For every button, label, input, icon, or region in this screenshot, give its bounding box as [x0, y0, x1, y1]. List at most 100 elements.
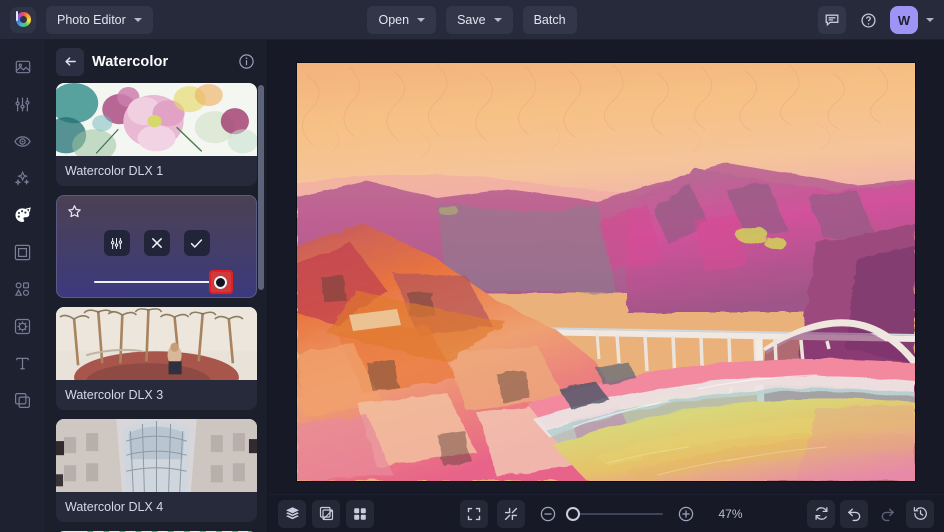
preset-list-scrollbar[interactable]: [258, 85, 264, 290]
undo-button[interactable]: [840, 499, 868, 528]
layers-button[interactable]: [278, 499, 306, 528]
preset-list[interactable]: Watercolor DLX 1 Watercolor DLX 3 Waterc…: [46, 83, 267, 532]
sidebar-item-shapes[interactable]: [6, 272, 40, 306]
redo-button[interactable]: [873, 500, 901, 528]
intensity-slider-track[interactable]: [93, 270, 233, 294]
help-icon: [860, 12, 876, 28]
history-icon: [913, 506, 927, 520]
preset-panel-header: Watercolor: [46, 40, 267, 83]
avatar[interactable]: W: [890, 6, 918, 34]
preset-settings-button[interactable]: [103, 230, 130, 256]
save-button[interactable]: Save: [446, 6, 513, 34]
list-item-label: Watercolor DLX 4: [65, 500, 164, 514]
watercolor-palms-art: [56, 307, 257, 380]
plus-circle-icon: [678, 506, 693, 521]
watercolor-flowers-art: [56, 83, 257, 156]
list-item-label: Watercolor DLX 3: [65, 388, 164, 402]
chevron-down-icon: [493, 18, 502, 22]
zoom-level-label: 47%: [718, 506, 743, 521]
mode-selector-label: Photo Editor: [57, 12, 126, 27]
grid-button[interactable]: [346, 499, 374, 528]
sidebar-item-layers[interactable]: [6, 383, 40, 417]
mode-selector[interactable]: Photo Editor: [46, 5, 153, 34]
info-icon: [239, 54, 254, 69]
top-bar: Photo Editor Open Save Batch W: [0, 0, 944, 40]
sidebar-item-effects[interactable]: [6, 161, 40, 195]
image-icon: [15, 60, 30, 74]
help-button[interactable]: [854, 6, 882, 34]
minus-circle-icon: [540, 506, 555, 521]
preset-cancel-button[interactable]: [143, 230, 170, 256]
info-button[interactable]: [238, 53, 255, 70]
overlay-icon: [14, 318, 31, 334]
page-title: Watercolor: [92, 53, 169, 70]
zoom-slider-handle[interactable]: [565, 506, 580, 521]
edited-image[interactable]: [297, 63, 915, 481]
sliders-icon: [110, 237, 123, 249]
color-wheel-logo: [10, 6, 36, 33]
compare-button[interactable]: [312, 499, 340, 528]
canvas-stage[interactable]: [268, 40, 944, 494]
back-button[interactable]: [56, 47, 84, 76]
arrow-left-icon: [64, 57, 76, 66]
layers-stack-icon: [285, 507, 299, 520]
account-actions: W: [818, 0, 934, 40]
fit-to-screen-button[interactable]: [496, 499, 525, 528]
batch-button[interactable]: Batch: [522, 6, 577, 34]
shapes-icon: [14, 281, 30, 296]
list-item[interactable]: Watercolor DLX 4: [56, 419, 257, 522]
zoom-in-button[interactable]: [672, 500, 700, 528]
bottom-bar: 47%: [268, 494, 944, 532]
palette-icon: [15, 206, 31, 222]
fullscreen-button[interactable]: [459, 499, 488, 528]
chevron-down-icon: [133, 17, 142, 22]
fit-screen-icon: [504, 507, 517, 520]
list-item-selected[interactable]: [56, 195, 257, 298]
open-button-label: Open: [378, 13, 410, 27]
sidebar-item-overlays[interactable]: [6, 309, 40, 343]
chevron-down-icon: [417, 18, 426, 22]
list-item[interactable]: Watercolor DLX 1: [56, 83, 257, 186]
check-icon: [190, 238, 203, 248]
text-icon: [16, 357, 29, 369]
logo-stem: [16, 10, 18, 21]
history-button[interactable]: [906, 499, 934, 528]
batch-button-label: Batch: [533, 13, 566, 27]
history-tools: [807, 499, 934, 528]
undo-icon: [847, 508, 860, 522]
sidebar-item-image[interactable]: [6, 50, 40, 84]
grid-icon: [354, 507, 366, 520]
preset-panel: Watercolor Watercolor DLX 1 Watercolor D…: [46, 40, 268, 532]
sliders-icon: [15, 97, 30, 111]
zoom-slider[interactable]: [565, 506, 663, 521]
x-icon: [151, 238, 162, 248]
app-logo[interactable]: [0, 6, 46, 33]
intensity-slider[interactable]: [57, 270, 256, 294]
feedback-button[interactable]: [818, 6, 846, 34]
intensity-slider-knob: [214, 275, 227, 289]
compare-icon: [319, 506, 333, 521]
open-button[interactable]: Open: [367, 6, 437, 34]
eye-icon: [14, 135, 31, 147]
canvas-area: 47%: [268, 40, 944, 532]
list-item[interactable]: Watercolor DLX 3: [56, 307, 257, 410]
chat-icon: [825, 14, 839, 27]
sidebar-item-frames[interactable]: [6, 235, 40, 269]
frame-icon: [14, 244, 31, 260]
preset-thumbnail: [56, 83, 257, 156]
intensity-slider-handle[interactable]: [208, 270, 233, 294]
sidebar-item-artistic[interactable]: [6, 198, 40, 232]
star-icon[interactable]: [67, 204, 82, 219]
sidebar-item-retouch[interactable]: [6, 124, 40, 158]
preset-controls: [57, 230, 256, 256]
sidebar-item-adjust[interactable]: [6, 87, 40, 121]
watercolor-galleria-art: [56, 419, 257, 492]
preset-apply-button[interactable]: [183, 230, 210, 256]
sidebar-item-text[interactable]: [6, 346, 40, 380]
sparkles-icon: [14, 170, 30, 186]
account-chevron-down-icon[interactable]: [926, 18, 934, 22]
zoom-out-button[interactable]: [534, 500, 562, 528]
reset-button[interactable]: [807, 499, 835, 528]
layers-icon: [14, 392, 31, 408]
save-button-label: Save: [457, 13, 486, 27]
